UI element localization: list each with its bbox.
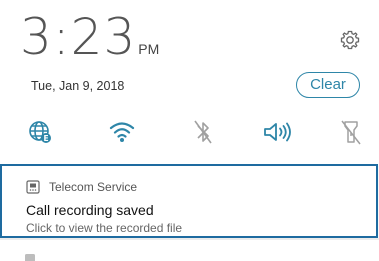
telecom-service-icon — [26, 180, 40, 194]
bluetooth-icon[interactable] — [185, 114, 221, 150]
svg-text:E: E — [43, 134, 48, 143]
sound-icon[interactable] — [260, 114, 296, 150]
flashlight-icon[interactable] — [333, 114, 369, 150]
notification-card[interactable]: Telecom Service Call recording saved Cli… — [0, 164, 378, 238]
notification-body: Click to view the recorded file — [26, 221, 183, 235]
notification-header: Telecom Service — [26, 180, 137, 194]
gear-icon[interactable] — [338, 28, 362, 52]
date-label: Tue, Jan 9, 2018 — [31, 79, 125, 93]
globe-e-icon[interactable]: E — [22, 114, 58, 150]
notification-app-name: Telecom Service — [49, 180, 138, 194]
notification-title: Call recording saved — [26, 202, 154, 218]
quick-settings-panel: 3:23 PM Tue, Jan 9, 2018 Clear E — [0, 0, 379, 166]
next-notification-header — [24, 251, 46, 261]
next-notification-card[interactable] — [0, 240, 379, 261]
wifi-icon[interactable] — [104, 114, 140, 150]
clear-button[interactable]: Clear — [296, 72, 360, 98]
clock-ampm: PM — [138, 41, 160, 57]
notification-shade: 3:23 PM Tue, Jan 9, 2018 Clear E Telecom… — [0, 0, 379, 261]
clock-time: 3:23 — [20, 8, 137, 66]
clock: 3:23 PM — [20, 12, 159, 62]
android-system-icon — [24, 251, 36, 261]
